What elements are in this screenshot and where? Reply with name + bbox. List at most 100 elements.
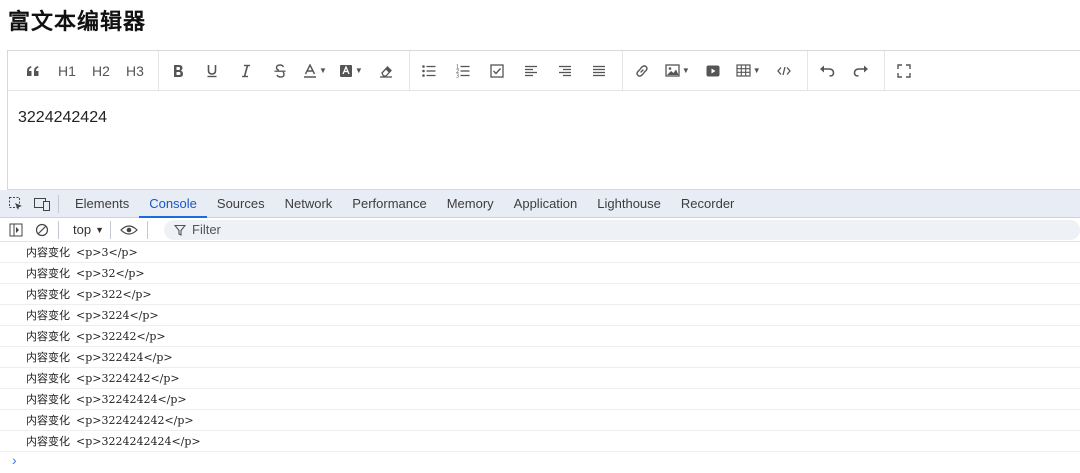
toolbar-button-label: H3 bbox=[126, 62, 144, 79]
console-prompt[interactable]: › bbox=[0, 452, 1080, 468]
toolbar-group bbox=[885, 51, 927, 90]
console-message-value: <p>32</p> bbox=[76, 266, 145, 280]
link-icon bbox=[635, 64, 649, 78]
eye-icon[interactable] bbox=[117, 220, 141, 240]
divider bbox=[147, 220, 148, 239]
filter-input[interactable]: Filter bbox=[164, 219, 1080, 240]
filter-placeholder: Filter bbox=[192, 222, 221, 237]
console-message: 内容变化 <p>3224242424</p> bbox=[0, 431, 1080, 452]
toolbar-group: ▼ ▼ bbox=[159, 51, 410, 90]
toolbar-button-label: H2 bbox=[92, 62, 110, 79]
strikethrough-icon bbox=[274, 63, 286, 78]
redo-button[interactable] bbox=[846, 57, 876, 85]
console-message-value: <p>3224</p> bbox=[76, 308, 159, 322]
console-message-label: 内容变化 bbox=[26, 267, 70, 280]
editor-content[interactable]: 3224242424 bbox=[8, 91, 1080, 145]
console-message-value: <p>32242</p> bbox=[76, 329, 166, 343]
context-value: top bbox=[73, 222, 92, 237]
italic-button[interactable] bbox=[231, 57, 261, 85]
tab-memory[interactable]: Memory bbox=[437, 190, 504, 217]
console-message-label: 内容变化 bbox=[26, 288, 70, 301]
checkbox-icon bbox=[490, 63, 504, 78]
console-message-label: 内容变化 bbox=[26, 435, 70, 448]
align-left-button[interactable] bbox=[516, 57, 546, 85]
device-toolbar-icon[interactable] bbox=[32, 194, 52, 214]
fullscreen-icon bbox=[896, 63, 911, 78]
italic-icon bbox=[241, 64, 251, 78]
h3-button[interactable]: H3 bbox=[120, 57, 150, 85]
console-message: 内容变化 <p>32242</p> bbox=[0, 326, 1080, 347]
inspect-element-icon[interactable] bbox=[6, 194, 26, 214]
caret-down-icon: ▼ bbox=[681, 66, 690, 75]
console-message-value: <p>3</p> bbox=[76, 245, 138, 259]
clear-console-icon[interactable] bbox=[32, 220, 52, 240]
tab-console[interactable]: Console bbox=[139, 190, 207, 218]
fullscreen-button[interactable] bbox=[889, 57, 919, 85]
console-message-value: <p>3224242</p> bbox=[76, 371, 180, 385]
link-button[interactable] bbox=[627, 57, 657, 85]
justify-button[interactable] bbox=[584, 57, 614, 85]
image-button[interactable]: ▼ bbox=[661, 57, 694, 85]
tab-recorder[interactable]: Recorder bbox=[671, 190, 744, 217]
toolbar-group bbox=[808, 51, 885, 90]
video-button[interactable] bbox=[698, 57, 728, 85]
clear-format-button[interactable] bbox=[371, 57, 401, 85]
rich-text-editor: H1 H2 H3 ▼ ▼ 1 2 3 ▼ ▼ 3224242424 bbox=[7, 50, 1080, 190]
tab-performance[interactable]: Performance bbox=[342, 190, 436, 217]
toolbar-button-label: H1 bbox=[58, 62, 76, 79]
tab-elements[interactable]: Elements bbox=[65, 190, 139, 217]
toolbar-group: ▼ ▼ bbox=[623, 51, 808, 90]
devtools-tab-bar: Elements Console Sources Network Performance… bbox=[0, 190, 1080, 218]
align-left-icon bbox=[524, 65, 538, 77]
console-message-label: 内容变化 bbox=[26, 414, 70, 427]
console-message: 内容变化 <p>3224</p> bbox=[0, 305, 1080, 326]
h1-button[interactable]: H1 bbox=[52, 57, 82, 85]
strikethrough-button[interactable] bbox=[265, 57, 295, 85]
numbered-list-icon: 123 bbox=[456, 64, 470, 78]
image-icon bbox=[665, 64, 680, 77]
undo-icon bbox=[819, 65, 835, 77]
align-right-button[interactable] bbox=[550, 57, 580, 85]
blockquote-button[interactable] bbox=[18, 57, 48, 85]
underline-icon bbox=[206, 64, 218, 78]
bold-icon bbox=[172, 64, 184, 78]
font-color-button[interactable]: ▼ bbox=[299, 57, 331, 85]
font-color-icon bbox=[303, 63, 317, 78]
sidebar-toggle-icon[interactable] bbox=[6, 220, 26, 240]
code-icon bbox=[776, 66, 791, 76]
editor-toolbar: H1 H2 H3 ▼ ▼ 1 2 3 ▼ ▼ bbox=[8, 51, 1080, 91]
todo-list-button[interactable] bbox=[482, 57, 512, 85]
caret-down-icon: ▼ bbox=[752, 66, 761, 75]
console-message-label: 内容变化 bbox=[26, 372, 70, 385]
caret-down-icon: ▼ bbox=[354, 66, 363, 75]
context-selector[interactable]: top ▼ bbox=[73, 222, 104, 237]
h2-button[interactable]: H2 bbox=[86, 57, 116, 85]
justify-icon bbox=[592, 65, 606, 77]
console-message: 内容变化 <p>322424</p> bbox=[0, 347, 1080, 368]
underline-button[interactable] bbox=[197, 57, 227, 85]
tab-sources[interactable]: Sources bbox=[207, 190, 275, 217]
tab-application[interactable]: Application bbox=[504, 190, 588, 217]
divider bbox=[110, 220, 111, 239]
tab-network[interactable]: Network bbox=[275, 190, 343, 217]
console-message-label: 内容变化 bbox=[26, 309, 70, 322]
undo-button[interactable] bbox=[812, 57, 842, 85]
divider bbox=[58, 220, 59, 239]
tab-lighthouse[interactable]: Lighthouse bbox=[587, 190, 671, 217]
table-button[interactable]: ▼ bbox=[732, 57, 765, 85]
redo-icon bbox=[853, 65, 869, 77]
quote-icon bbox=[26, 65, 40, 77]
bold-button[interactable] bbox=[163, 57, 193, 85]
filter-icon bbox=[174, 224, 186, 236]
console-message-value: <p>32242424</p> bbox=[76, 392, 187, 406]
console-message-value: <p>322424242</p> bbox=[76, 413, 194, 427]
numbered-list-button[interactable]: 123 bbox=[448, 57, 478, 85]
background-color-button[interactable]: ▼ bbox=[335, 57, 367, 85]
devtools-panel: Elements Console Sources Network Performance… bbox=[0, 190, 1080, 473]
toolbar-group: H1 H2 H3 bbox=[14, 51, 159, 90]
align-right-icon bbox=[558, 65, 572, 77]
console-message: 内容变化 <p>32242424</p> bbox=[0, 389, 1080, 410]
code-button[interactable] bbox=[769, 57, 799, 85]
console-message-label: 内容变化 bbox=[26, 351, 70, 364]
bulleted-list-button[interactable] bbox=[414, 57, 444, 85]
